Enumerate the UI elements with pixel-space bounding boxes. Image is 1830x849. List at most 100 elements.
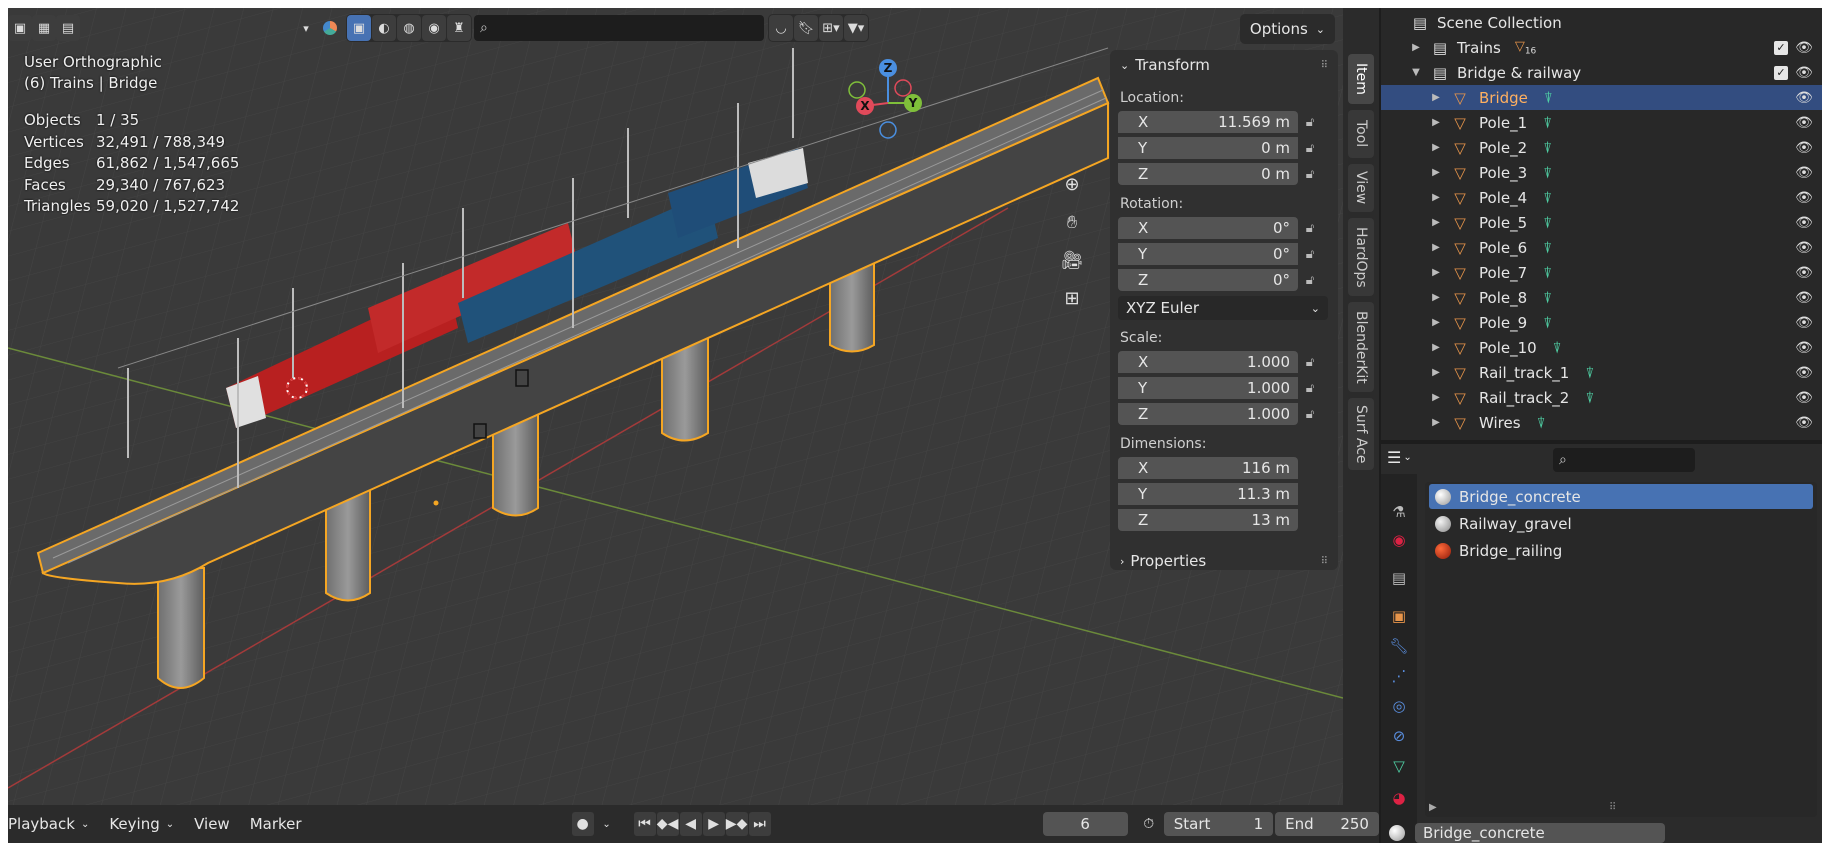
outliner-object-row[interactable]: ▶ ▽ Pole_5 ⍒ 👁︎ bbox=[1381, 210, 1822, 235]
object-types-icon[interactable] bbox=[318, 15, 342, 41]
material-data-block[interactable]: Bridge_concrete bbox=[1389, 822, 1819, 843]
expand-arrow-icon[interactable]: ▶ bbox=[1429, 92, 1443, 103]
expand-arrow-icon[interactable]: ▶ bbox=[1429, 802, 1437, 813]
mesh-data-icon[interactable]: ⍒ bbox=[1543, 239, 1552, 257]
lock-icon[interactable]: 🔓︎ bbox=[1298, 243, 1322, 265]
mesh-data-icon[interactable]: ⍒ bbox=[1553, 339, 1562, 357]
play-icon[interactable]: ▶ bbox=[702, 812, 725, 836]
jump-end-icon[interactable]: ⏭︎ bbox=[748, 812, 771, 836]
editor-type-menu[interactable]: ☰ ⌄ bbox=[1387, 448, 1412, 467]
eye-icon[interactable]: 👁︎ bbox=[1794, 140, 1814, 156]
rendered-shading-icon[interactable]: ◉ bbox=[422, 15, 446, 41]
outliner-object-row[interactable]: ▶ ▽ Pole_10 ⍒ 👁︎ bbox=[1381, 335, 1822, 360]
tab-hardops[interactable]: HardOps bbox=[1348, 218, 1374, 296]
material-slot[interactable]: Bridge_railing bbox=[1429, 538, 1813, 563]
constraints-tab-icon[interactable]: ⊘ bbox=[1387, 724, 1411, 748]
expand-arrow-icon[interactable]: ▶ bbox=[1429, 342, 1443, 353]
scale-y-field[interactable]: Y 1.000 🔓︎ bbox=[1118, 376, 1328, 400]
bookmark-icon[interactable]: 🔖︎ bbox=[794, 15, 818, 41]
properties-search-input[interactable]: ⌕ bbox=[1553, 448, 1695, 472]
pan-hand-icon[interactable]: ✋︎ bbox=[1056, 206, 1088, 238]
eye-icon[interactable]: 👁︎ bbox=[1794, 265, 1814, 281]
material-slot[interactable]: Bridge_concrete bbox=[1429, 484, 1813, 509]
outliner[interactable]: ▤ Scene Collection ▶ ▤ Trains ▽16 ✓ 👁︎ ▼… bbox=[1381, 8, 1822, 440]
expand-arrow-icon[interactable]: ▶ bbox=[1429, 192, 1443, 203]
mesh-data-icon[interactable]: ⍒ bbox=[1543, 214, 1552, 232]
zoom-icon[interactable]: ⊕ bbox=[1056, 168, 1088, 200]
mesh-data-icon[interactable]: ⍒ bbox=[1543, 164, 1552, 182]
eye-icon[interactable]: 👁︎ bbox=[1794, 340, 1814, 356]
include-checkbox[interactable]: ✓ bbox=[1774, 65, 1788, 80]
mesh-data-icon[interactable]: ⍒ bbox=[1537, 414, 1546, 432]
lock-icon[interactable]: 🔓︎ bbox=[1298, 269, 1322, 291]
rotation-z-field[interactable]: Z 0° 🔓︎ bbox=[1118, 268, 1328, 292]
eye-icon[interactable]: 👁︎ bbox=[1794, 165, 1814, 181]
physics-tab-icon[interactable]: ◎ bbox=[1387, 694, 1411, 718]
scale-x-field[interactable]: X 1.000 🔓︎ bbox=[1118, 350, 1328, 374]
material-tab-icon[interactable]: ◕ bbox=[1387, 786, 1411, 810]
material-slot-list[interactable]: Bridge_concrete Railway_gravel Bridge_ra… bbox=[1425, 482, 1817, 817]
eye-icon[interactable]: 👁︎ bbox=[1794, 90, 1814, 106]
eye-icon[interactable]: 👁︎ bbox=[1794, 290, 1814, 306]
select-extend-icon[interactable]: ▦ bbox=[32, 15, 56, 41]
record-options-icon[interactable]: ⌄ bbox=[596, 812, 618, 836]
eye-icon[interactable]: 👁︎ bbox=[1794, 365, 1814, 381]
select-subtract-icon[interactable]: ▤ bbox=[56, 15, 80, 41]
expand-arrow-icon[interactable]: ▶ bbox=[1429, 117, 1443, 128]
filter-icon[interactable]: ▼▾ bbox=[844, 15, 868, 41]
drag-handle-icon[interactable]: ⠿ bbox=[1321, 60, 1328, 71]
transform-header[interactable]: ⌄ Transform ⠿ bbox=[1110, 50, 1338, 80]
mesh-data-icon[interactable]: ⍒ bbox=[1585, 364, 1594, 382]
outliner-object-row[interactable]: ▶ ▽ Rail_track_2 ⍒ 👁︎ bbox=[1381, 385, 1822, 410]
lock-icon[interactable]: 🔓︎ bbox=[1298, 217, 1322, 239]
visibility-dropdown-icon[interactable]: ▾ bbox=[294, 15, 318, 41]
material-slot[interactable]: Railway_gravel bbox=[1429, 511, 1813, 536]
keying-menu[interactable]: Keying ⌄ bbox=[99, 815, 184, 833]
mesh-data-icon[interactable]: ⍒ bbox=[1543, 314, 1552, 332]
outliner-item-bridge-railway[interactable]: ▼ ▤ Bridge & railway ✓ 👁︎ bbox=[1381, 60, 1822, 85]
world-tab-icon[interactable]: ◉ bbox=[1387, 528, 1411, 552]
eye-icon[interactable]: 👁︎ bbox=[1794, 190, 1814, 206]
outliner-object-row[interactable]: ▶ ▽ Pole_7 ⍒ 👁︎ bbox=[1381, 260, 1822, 285]
mesh-data-icon[interactable]: ⍒ bbox=[1543, 139, 1552, 157]
tab-surf-ace[interactable]: Surf Ace bbox=[1348, 398, 1374, 470]
hierarchy-icon[interactable]: ⊞▾ bbox=[819, 15, 843, 41]
mesh-data-icon[interactable]: ⍒ bbox=[1543, 264, 1552, 282]
mesh-data-icon[interactable]: ⍒ bbox=[1585, 389, 1594, 407]
eye-icon[interactable]: 👁︎ bbox=[1794, 390, 1814, 406]
lock-icon[interactable]: 🔓︎ bbox=[1298, 137, 1322, 159]
playback-menu[interactable]: Playback ⌄ bbox=[8, 815, 99, 833]
material-name-field[interactable]: Bridge_concrete bbox=[1415, 823, 1665, 843]
modifier-tab-icon[interactable]: 🔧︎ bbox=[1387, 634, 1411, 658]
next-keyframe-icon[interactable]: ▶◆ bbox=[725, 812, 748, 836]
compositor-icon[interactable]: ♜ bbox=[447, 15, 471, 41]
location-z-field[interactable]: Z0 m 🔓︎ bbox=[1118, 162, 1328, 186]
marker-menu[interactable]: Marker bbox=[240, 815, 312, 833]
select-mode-icon[interactable]: ▣ bbox=[8, 15, 32, 41]
dimensions-x-field[interactable]: X 116 m bbox=[1118, 456, 1328, 480]
wireframe-shading-icon[interactable]: ▣ bbox=[347, 15, 371, 41]
lock-icon[interactable]: 🔓︎ bbox=[1298, 403, 1322, 425]
include-checkbox[interactable]: ✓ bbox=[1774, 40, 1788, 55]
dimensions-y-field[interactable]: Y 11.3 m bbox=[1118, 482, 1328, 506]
outliner-scene-collection[interactable]: ▤ Scene Collection bbox=[1381, 10, 1822, 35]
properties-header[interactable]: › Properties ⠿ bbox=[1110, 546, 1338, 576]
rotation-mode-select[interactable]: XYZ Euler ⌄ bbox=[1118, 296, 1328, 320]
expand-arrow-icon[interactable]: ▶ bbox=[1429, 217, 1443, 228]
tab-item[interactable]: Item bbox=[1348, 54, 1374, 104]
rotation-x-field[interactable]: X 0° 🔓︎ bbox=[1118, 216, 1328, 240]
eye-icon[interactable]: 👁︎ bbox=[1794, 65, 1814, 81]
navigation-gizmo[interactable]: Z Y X bbox=[843, 48, 933, 158]
options-dropdown[interactable]: Options ⌄ bbox=[1239, 14, 1335, 44]
tab-blenderkit[interactable]: BlenderKit bbox=[1348, 302, 1374, 392]
lock-icon[interactable]: 🔓︎ bbox=[1298, 163, 1322, 185]
scale-z-field[interactable]: Z 1.000 🔓︎ bbox=[1118, 402, 1328, 426]
lock-icon[interactable]: 🔓︎ bbox=[1298, 351, 1322, 373]
location-y-field[interactable]: Y0 m 🔓︎ bbox=[1118, 136, 1328, 160]
collapse-arrow-icon[interactable]: ▼ bbox=[1409, 67, 1423, 78]
mesh-data-icon[interactable]: ⍒ bbox=[1543, 189, 1552, 207]
expand-arrow-icon[interactable]: ▶ bbox=[1429, 142, 1443, 153]
start-frame-field[interactable]: Start 1 bbox=[1163, 812, 1274, 836]
resize-handle-icon[interactable]: ⠿ bbox=[1609, 802, 1616, 813]
current-frame-field[interactable]: 6 bbox=[1042, 812, 1128, 836]
